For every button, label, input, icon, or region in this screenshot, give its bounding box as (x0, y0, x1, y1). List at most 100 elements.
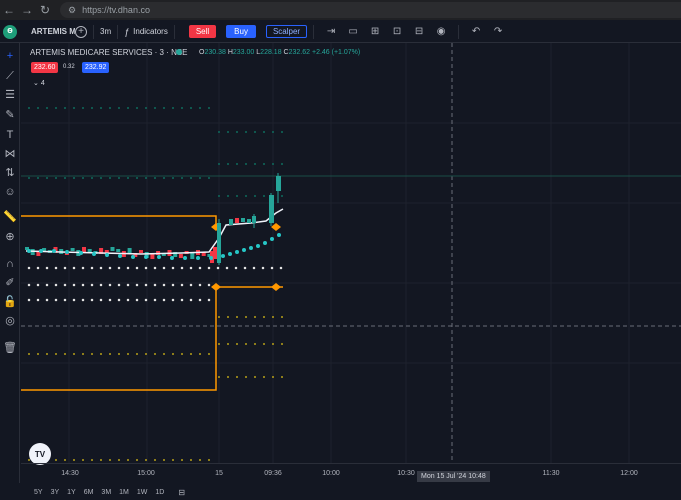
time-tick: 10:30 (397, 470, 415, 477)
indicator-dot (157, 255, 161, 259)
export-icon[interactable]: ⇥ (320, 26, 342, 37)
divider (117, 24, 119, 39)
indicators-collapse-toggle[interactable]: ⌄ 4 (33, 79, 45, 87)
sell-price-button[interactable]: 232.60 (31, 62, 59, 73)
indicator-dot (144, 255, 148, 259)
indicator-dot (52, 249, 56, 253)
indicator-dot (256, 244, 260, 248)
forward-icon[interactable]: → (18, 0, 36, 20)
range-button[interactable]: 6M (84, 489, 94, 496)
chart-candle (229, 219, 233, 225)
range-button[interactable]: 1W (137, 489, 148, 496)
buy-button[interactable]: Buy (226, 25, 256, 38)
chart-candle (252, 216, 256, 223)
indicator-dot (263, 241, 267, 245)
pattern-icon[interactable]: ⋈ (2, 146, 18, 162)
prediction-icon[interactable]: ⇅ (2, 165, 18, 181)
chart-candle (241, 218, 245, 222)
indicator-dot (170, 256, 174, 260)
range-button[interactable]: 1Y (67, 489, 76, 496)
chart-candle (217, 223, 221, 263)
date-range-icon[interactable]: ⊟ (178, 488, 185, 497)
undo-icon[interactable]: ↶ (465, 26, 487, 37)
layout-icon[interactable]: ▭ (342, 26, 364, 37)
change-value: +2.46 (+1.07%) (311, 49, 361, 56)
time-tick: 11:30 (542, 470, 560, 477)
indicator-dot (277, 233, 281, 237)
indicators-button[interactable]: Indicators (133, 27, 168, 36)
scalper-button[interactable]: Scalper (265, 25, 308, 38)
time-tick: 12:00 (620, 470, 638, 477)
brush-icon[interactable]: ✎ (2, 107, 18, 123)
text-icon[interactable]: T (2, 127, 18, 143)
price-chart[interactable] (21, 43, 681, 463)
alert-icon[interactable]: ⊡ (386, 26, 408, 37)
buy-price-button[interactable]: 232.92 (82, 62, 110, 73)
magnet-icon[interactable]: ∩ (2, 256, 18, 272)
fib-icon[interactable]: ☰ (2, 87, 18, 103)
broadcast-icon[interactable]: ◉ (430, 26, 452, 37)
chart-candle (30, 249, 35, 255)
chart-candle (213, 247, 217, 259)
chart-candle (82, 247, 86, 252)
time-axis[interactable]: 14:30 15:00 15 09:36 10:00 10:30 11:30 1… (21, 463, 681, 485)
trash-icon[interactable]: 🗑 (2, 340, 18, 356)
market-status-icon[interactable] (176, 49, 182, 55)
chart-candle (235, 218, 239, 223)
replay-icon[interactable]: ⊟ (408, 26, 430, 37)
zoom-icon[interactable]: ⊕ (2, 229, 18, 245)
lock-drawings-icon[interactable]: ✐ (2, 275, 18, 291)
legend-title[interactable]: ARTEMIS MEDICARE SERVICES · 3 · NSE (30, 48, 188, 57)
low-value: 228.18 (260, 49, 282, 56)
symbol-search[interactable]: ARTEMIS ME (31, 27, 75, 37)
lock-icon[interactable]: 🔓 (2, 294, 18, 310)
indicators-icon[interactable]: ƒ (124, 27, 129, 37)
interval-button[interactable]: 3m (100, 27, 111, 36)
chart-candle (276, 176, 281, 191)
indicator-dot (235, 250, 239, 254)
tradingview-logo-icon[interactable]: TV (29, 443, 51, 465)
trend-line-icon[interactable]: ⟋ (2, 68, 18, 84)
redo-icon[interactable]: ↷ (487, 26, 509, 37)
indicator-dot (249, 246, 253, 250)
indicator-dot (270, 237, 274, 241)
templates-icon[interactable]: ⊞ (364, 26, 386, 37)
chart-candle (110, 247, 115, 251)
indicator-dot (221, 254, 225, 258)
range-button[interactable]: 5Y (34, 489, 43, 496)
chart-candle (247, 219, 251, 223)
high-value: 233.00 (232, 49, 255, 56)
url-text: https://tv.dhan.co (82, 5, 150, 15)
range-bar: 5Y 3Y 1Y 6M 3M 1M 1W 1D ⊟ (0, 485, 681, 500)
site-info-icon[interactable]: ⚙ (68, 5, 76, 16)
divider (173, 24, 175, 39)
range-button[interactable]: 1M (119, 489, 129, 496)
compare-add-icon[interactable]: + (75, 25, 87, 38)
ruler-icon[interactable]: 📏 (2, 209, 18, 225)
drawing-toolbar: + ⟋ ☰ ✎ T ⋈ ⇅ ☺ 📏 ⊕ ∩ ✐ 🔓 ◎ 🗑 (0, 43, 20, 483)
indicator-dot (131, 255, 135, 259)
open-value: 230.38 (204, 49, 226, 56)
address-bar[interactable]: ⚙ https://tv.dhan.co (60, 2, 681, 18)
range-button[interactable]: 3Y (51, 489, 60, 496)
sell-button[interactable]: Sell (188, 25, 217, 38)
indicator-dot (79, 251, 83, 255)
top-toolbar: Ѳ ARTEMIS ME + 3m ƒ Indicators Sell Buy … (0, 21, 681, 43)
range-button[interactable]: 1D (155, 489, 164, 496)
chart-candle (269, 195, 274, 223)
broker-logo-icon[interactable]: Ѳ (3, 24, 17, 39)
divider (93, 24, 94, 39)
reload-icon[interactable]: ↻ (36, 0, 54, 20)
indicator-dot (39, 249, 43, 253)
crosshair-icon[interactable]: + (2, 48, 18, 64)
indicator-dot (209, 256, 213, 260)
back-icon[interactable]: ← (0, 0, 18, 20)
chart-candle (150, 254, 155, 259)
indicator-dot (242, 248, 246, 252)
emoji-icon[interactable]: ☺ (2, 184, 18, 200)
divider (313, 24, 315, 39)
visibility-icon[interactable]: ◎ (2, 313, 18, 329)
indicator-dot (65, 250, 69, 254)
indicator-dot (228, 252, 232, 256)
range-button[interactable]: 3M (101, 489, 111, 496)
